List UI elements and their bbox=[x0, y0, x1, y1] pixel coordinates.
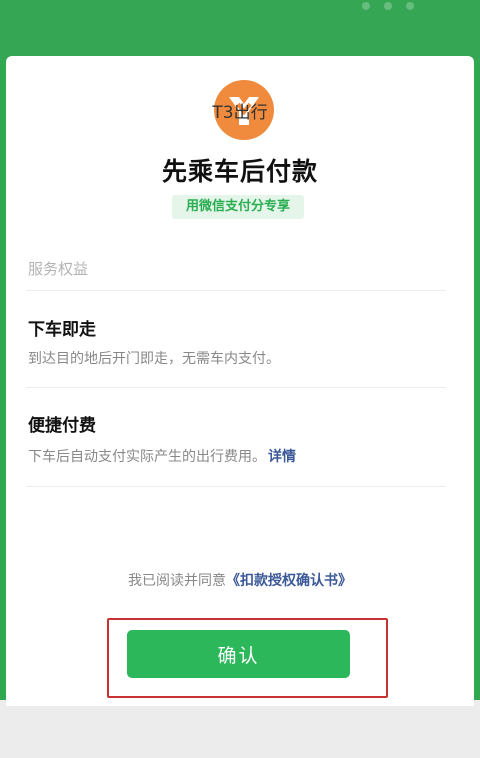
benefit-description-text: 下车后自动支付实际产生的出行费用。 bbox=[28, 449, 266, 465]
benefit-description-text: 到达目的地后开门即走，无需车内支付。 bbox=[28, 351, 280, 367]
background-footer-band bbox=[0, 700, 480, 758]
section-label: 服务权益 bbox=[28, 260, 89, 278]
divider bbox=[26, 387, 446, 388]
agreement-line: 我已阅读并同意《扣款授权确认书》 bbox=[0, 570, 480, 590]
benefit-title: 下车即走 bbox=[28, 320, 96, 340]
agreement-link[interactable]: 《扣款授权确认书》 bbox=[226, 573, 352, 589]
divider bbox=[26, 486, 446, 487]
agreement-prefix: 我已阅读并同意 bbox=[128, 573, 226, 589]
app-name: T3出行 bbox=[212, 103, 268, 123]
benefit-title: 便捷付费 bbox=[28, 416, 96, 436]
details-link[interactable]: 详情 bbox=[268, 449, 296, 465]
benefit-description: 下车后自动支付实际产生的出行费用。 详情 bbox=[28, 446, 296, 466]
page-title: 先乘车后付款 bbox=[161, 157, 318, 186]
confirm-button[interactable]: 确认 bbox=[127, 630, 350, 678]
divider bbox=[26, 290, 446, 291]
decorative-dots bbox=[362, 2, 416, 10]
wechat-pay-score-badge: 用微信支付分专享 bbox=[172, 195, 304, 219]
benefit-description: 到达目的地后开门即走，无需车内支付。 bbox=[28, 348, 280, 368]
background-header-band bbox=[0, 0, 480, 60]
